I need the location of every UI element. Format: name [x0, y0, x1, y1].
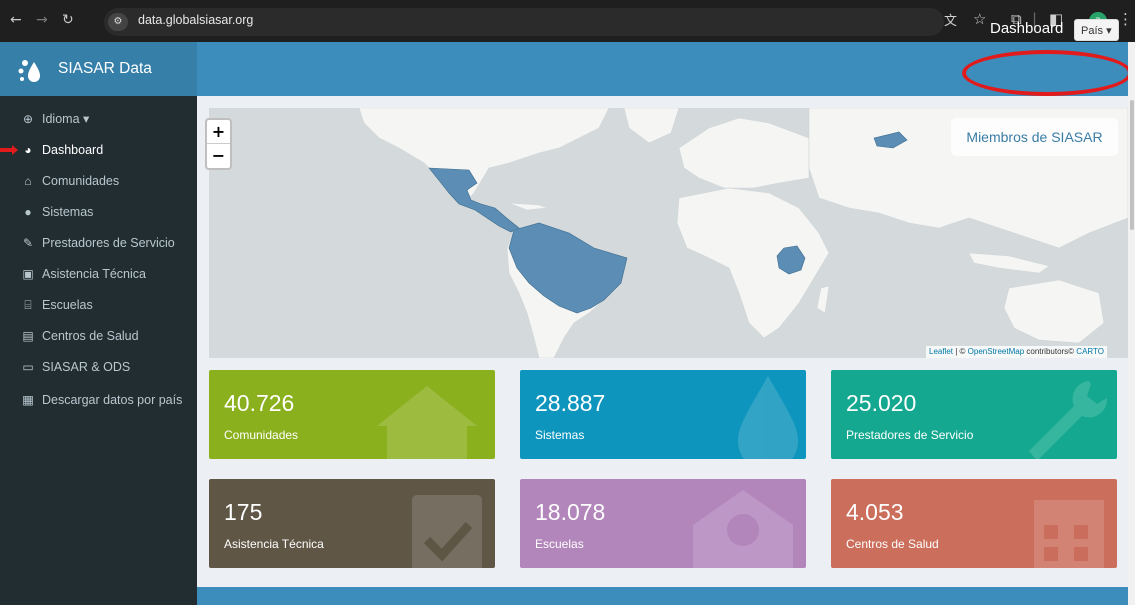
sidebar-item-asistencia[interactable]: ▣ Asistencia Técnica: [20, 267, 146, 281]
land-greenland: [623, 108, 680, 144]
stat-box-salud[interactable]: 4.053 Centros de Salud: [831, 479, 1117, 568]
forward-icon[interactable]: →: [36, 13, 48, 27]
attribution-separator: | ©: [953, 347, 968, 356]
siasar-logo-icon: [18, 60, 40, 82]
sidebar-item-label: Prestadores de Servicio: [42, 236, 175, 250]
app-title: SIASAR Data: [58, 60, 152, 77]
file-icon: ▦: [22, 393, 34, 407]
annotation-circle: [962, 50, 1132, 96]
translate-icon[interactable]: 文: [944, 10, 957, 29]
bookmark-star-icon[interactable]: ☆: [973, 10, 986, 28]
zoom-out-button[interactable]: −: [207, 144, 230, 168]
stat-value: 28.887: [535, 390, 606, 416]
reload-icon[interactable]: ↻: [62, 13, 74, 27]
sidebar: [0, 96, 197, 605]
stat-value: 18.078: [535, 499, 606, 525]
back-icon[interactable]: ←: [10, 13, 22, 27]
home-icon: [377, 386, 477, 459]
school-icon: ⌸: [24, 298, 32, 312]
drop-icon: ●: [24, 205, 32, 219]
land-indonesia: [968, 252, 1050, 274]
sidebar-item-label: Descargar datos por país: [42, 393, 183, 407]
sidebar-item-label: Centros de Salud: [42, 329, 139, 343]
map-attribution: Leaflet | © OpenStreetMap contributors© …: [926, 346, 1108, 358]
sidebar-item-dashboard[interactable]: ◕ Dashboard: [20, 143, 103, 157]
wrench-icon: ✎: [22, 236, 34, 250]
sidebar-item-label: Sistemas: [42, 205, 94, 219]
country-dropdown-button[interactable]: País ▾: [1074, 19, 1119, 41]
stat-value: 40.726: [224, 390, 295, 416]
stat-label: Comunidades: [224, 428, 299, 442]
sidebar-item-descargar[interactable]: ▦ Descargar datos por país: [20, 391, 190, 409]
bottom-panel-header: [197, 587, 1135, 605]
openstreetmap-link[interactable]: OpenStreetMap: [968, 347, 1024, 356]
home-icon: ⌂: [24, 174, 32, 188]
land-north-america: [358, 108, 610, 204]
sidebar-item-sistemas[interactable]: ● Sistemas: [20, 205, 93, 219]
drop-icon: [738, 376, 798, 459]
scrollbar-thumb[interactable]: [1130, 100, 1134, 230]
header-dashboard-link[interactable]: Dashboard: [990, 20, 1063, 37]
land-australia: [1003, 279, 1105, 344]
stat-label: Sistemas: [535, 428, 585, 442]
sidebar-item-prestadores[interactable]: ✎ Prestadores de Servicio: [20, 236, 175, 250]
sidebar-item-label: Escuelas: [42, 298, 93, 312]
site-info-icon[interactable]: ⚙: [108, 13, 128, 31]
land-madagascar: [816, 285, 830, 314]
stat-label: Centros de Salud: [846, 537, 939, 551]
zoom-in-button[interactable]: +: [207, 120, 230, 144]
url-text[interactable]: data.globalsiasar.org: [138, 13, 253, 27]
pie-chart-icon: ◕: [24, 143, 32, 157]
wrench-icon: [1029, 381, 1108, 459]
globe-icon: ⊕: [22, 112, 34, 126]
sidebar-item-comunidades[interactable]: ⌂ Comunidades: [20, 174, 119, 188]
stat-label: Asistencia Técnica: [224, 537, 324, 551]
sidebar-item-label: Asistencia Técnica: [42, 267, 146, 281]
stat-box-escuelas[interactable]: 18.078 Escuelas: [520, 479, 806, 568]
land-mexico-central-america: [428, 167, 520, 233]
land-africa: [676, 187, 830, 339]
land-caribbean: [508, 202, 548, 211]
sidebar-item-salud[interactable]: ▤ Centros de Salud: [20, 329, 139, 343]
stat-box-asistencia[interactable]: 175 Asistencia Técnica: [209, 479, 495, 568]
stat-value: 25.020: [846, 390, 917, 416]
clipboard-check-icon: [412, 495, 482, 568]
sidebar-item-escuelas[interactable]: ⌸ Escuelas: [20, 298, 93, 313]
stat-label: Prestadores de Servicio: [846, 428, 974, 442]
school-icon: [693, 490, 793, 568]
stat-box-comunidades[interactable]: 40.726 Comunidades: [209, 370, 495, 459]
stat-value: 4.053: [846, 499, 904, 525]
carto-link[interactable]: CARTO: [1076, 347, 1104, 356]
sidebar-item-label: Dashboard: [42, 143, 104, 157]
sidebar-item-label: SIASAR & ODS: [42, 360, 131, 374]
annotation-arrow-head: [12, 145, 18, 155]
sidebar-item-label: Comunidades: [42, 174, 120, 188]
browser-toolbar: ← → ↻ ⚙ data.globalsiasar.org 文 ☆ ⧉ | ◧ …: [0, 0, 1135, 42]
sidebar-item-ods[interactable]: ▭ SIASAR & ODS: [20, 360, 130, 374]
stat-box-prestadores[interactable]: 25.020 Prestadores de Servicio: [831, 370, 1117, 459]
sidebar-item-label: Idioma ▾: [42, 112, 90, 126]
logo-area[interactable]: SIASAR Data: [0, 42, 197, 96]
sidebar-item-idioma[interactable]: ⊕ Idioma ▾: [20, 111, 89, 126]
attribution-contributors: contributors©: [1024, 347, 1077, 356]
clipboard-check-icon: ▣: [22, 267, 34, 281]
monitor-icon: ▭: [22, 360, 34, 374]
hospital-icon: ▤: [22, 329, 34, 343]
stat-value: 175: [224, 499, 263, 525]
stat-label: Escuelas: [535, 537, 584, 551]
menu-kebab-icon[interactable]: ⋮: [1118, 10, 1133, 28]
stat-box-sistemas[interactable]: 28.887 Sistemas: [520, 370, 806, 459]
map-zoom-control: + −: [205, 118, 232, 170]
land-europe: [678, 117, 810, 189]
leaflet-link[interactable]: Leaflet: [929, 347, 953, 356]
map-title: Miembros de SIASAR: [951, 118, 1118, 156]
hospital-icon: [1034, 500, 1104, 568]
